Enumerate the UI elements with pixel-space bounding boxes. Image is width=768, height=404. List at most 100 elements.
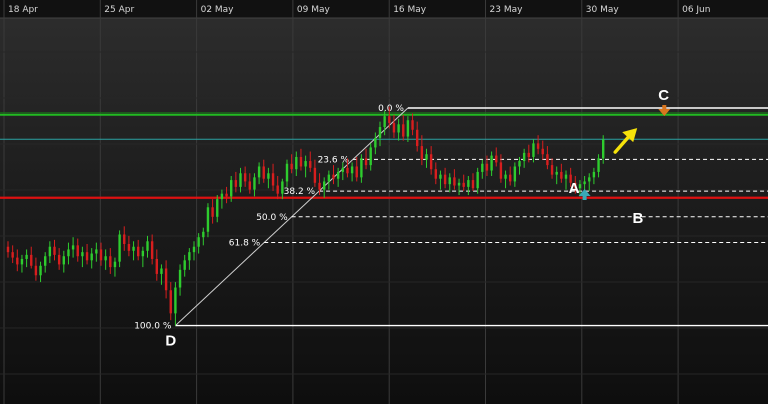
candle-body (248, 181, 251, 190)
candle-body (285, 163, 289, 182)
candle-body (62, 256, 65, 265)
fib-level-label: 50.0 % (256, 213, 288, 223)
candle-body (346, 167, 349, 174)
candle-body (267, 173, 270, 179)
candle-body (416, 129, 419, 147)
candle-body (25, 254, 28, 259)
candle-body (57, 254, 61, 265)
candle-body (104, 256, 107, 261)
candle-body (90, 253, 93, 261)
candle-body (406, 120, 410, 137)
candle-body (234, 180, 238, 187)
candle-body (462, 182, 465, 187)
candle-body (192, 246, 196, 253)
candle-body (411, 120, 414, 130)
candle-body (429, 154, 433, 170)
date-tick-label: 16 May (393, 5, 427, 15)
candle-body (304, 161, 307, 167)
candle-body (336, 171, 340, 179)
candle-body (532, 143, 535, 157)
point-label-b: B (632, 210, 643, 227)
candle-body (383, 116, 386, 128)
candle-body (276, 185, 279, 194)
candle-body (295, 156, 298, 170)
candle-body (299, 156, 303, 167)
candle-body (48, 246, 52, 257)
candle-body (527, 152, 530, 157)
fib-level-label: 0.0 % (378, 104, 404, 114)
point-label-a: A (569, 180, 580, 197)
candle-body (388, 116, 391, 123)
candle-body (467, 180, 470, 187)
candle-body (364, 158, 368, 166)
candle-body (332, 174, 335, 179)
candle-body (453, 177, 456, 186)
candle-body (504, 174, 507, 179)
candle-body (281, 181, 284, 194)
candle-body (355, 166, 358, 178)
candle-body (420, 146, 424, 160)
candle-body (481, 163, 484, 172)
candle-body (34, 265, 38, 276)
candle-body (323, 181, 326, 190)
candle-body (44, 256, 47, 266)
candle-body (127, 244, 131, 251)
point-label-d: D (165, 333, 176, 350)
candle-body (476, 171, 479, 189)
candle-body (150, 241, 154, 259)
candlestick-chart-svg: 18 Apr 25 Apr 02 May 09 May 16 May 23 May 30 M… (0, 0, 768, 404)
candle-body (216, 199, 219, 217)
candle-body (85, 252, 89, 261)
point-label-c: C (658, 87, 669, 104)
candle-body (257, 166, 261, 178)
candle-body (374, 137, 377, 148)
candle-body (271, 173, 275, 186)
candle-body (518, 161, 521, 167)
candle-body (583, 181, 586, 185)
candle-body (550, 165, 554, 175)
candle-body (188, 252, 191, 261)
candle-body (495, 155, 498, 163)
candle-body (443, 174, 447, 185)
candle-body (155, 258, 158, 274)
candle-body (522, 152, 526, 162)
candle-body (536, 143, 540, 149)
date-tick-label: 25 Apr (104, 5, 134, 15)
candle-body (164, 268, 168, 291)
candle-body (397, 124, 400, 133)
date-tick-label: 06 Jun (682, 5, 710, 15)
candle-body (146, 241, 149, 251)
candle-body (546, 154, 549, 166)
candle-body (350, 166, 354, 174)
candle-body (560, 171, 563, 179)
candle-body (16, 257, 19, 265)
candle-body (6, 246, 10, 253)
candle-body (20, 258, 24, 265)
candle-body (327, 174, 331, 182)
candle-body (564, 174, 568, 179)
date-tick-label: 18 Apr (8, 5, 38, 15)
fib-level-label: 23.6 % (318, 155, 350, 165)
candle-body (137, 246, 140, 257)
candle-body (499, 162, 503, 179)
candle-body (588, 177, 591, 182)
candle-body (53, 246, 56, 255)
candle-body (309, 161, 312, 168)
candle-body (471, 180, 475, 189)
fib-level-label: 100.0 % (134, 322, 172, 332)
date-tick-label: 30 May (586, 5, 620, 15)
candle-body (160, 268, 163, 274)
candle-body (425, 154, 428, 160)
candle-body (141, 250, 145, 257)
candle-body (318, 182, 321, 190)
candle-body (113, 261, 117, 268)
candle-body (132, 246, 135, 251)
candle-body (123, 234, 126, 244)
candle-body (109, 256, 112, 268)
candle-body (439, 174, 442, 179)
candle-body (67, 249, 70, 257)
candle-body (434, 169, 437, 179)
candle-body (602, 139, 605, 159)
candle-body (253, 177, 256, 190)
candle-body (99, 249, 103, 261)
